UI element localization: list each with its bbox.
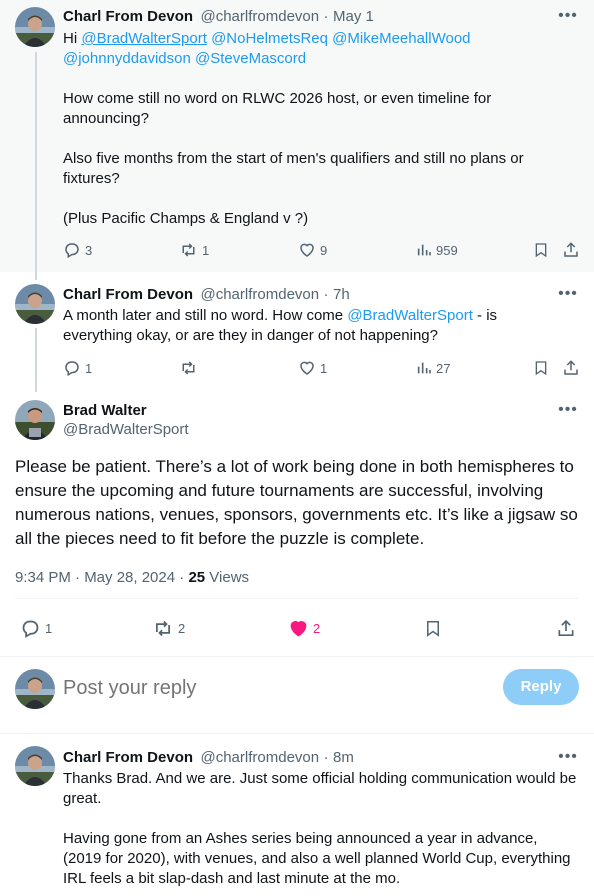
tweet-text: Hi @BradWalterSport @NoHelmetsReq @MikeM… — [63, 29, 563, 229]
mention-link[interactable]: @BradWalterSport — [347, 307, 473, 324]
reply-button[interactable]: Reply — [503, 669, 579, 705]
bookmark-button[interactable] — [533, 359, 549, 377]
paragraph: How come still no word on RLWC 2026 host… — [63, 90, 492, 127]
repost-icon — [182, 361, 195, 375]
like-button[interactable]: 2 — [288, 618, 320, 639]
more-dots-icon[interactable]: ••• — [558, 286, 578, 308]
heart-icon — [300, 361, 314, 375]
mention-link[interactable]: @NoHelmetsReq — [211, 30, 328, 47]
more-dots-icon[interactable]: ••• — [558, 402, 578, 424]
views-count: 27 — [436, 360, 451, 376]
heart-icon — [290, 621, 307, 637]
repost-icon — [182, 243, 195, 257]
handle[interactable]: @charlfromdevon — [200, 8, 319, 25]
views-label: Views — [209, 569, 250, 586]
reply-icon — [65, 361, 79, 377]
more-dots-icon[interactable]: ••• — [558, 8, 578, 30]
bookmark-button[interactable] — [424, 618, 442, 639]
bookmark-icon — [535, 361, 547, 376]
more-dots-icon[interactable]: ••• — [558, 749, 578, 771]
reply-button[interactable]: 3 — [63, 241, 92, 259]
thread-connector — [35, 328, 37, 392]
repost-icon — [156, 620, 170, 637]
paragraph: Having gone from an Ashes series being a… — [63, 830, 571, 887]
reply-button[interactable]: 1 — [63, 359, 92, 377]
like-count: 9 — [320, 242, 328, 258]
views-chart-icon — [417, 362, 431, 374]
reply-icon — [22, 620, 39, 638]
paragraph: Thanks Brad. And we are. Just some offic… — [63, 770, 577, 807]
share-button[interactable] — [562, 241, 580, 259]
display-name[interactable]: Charl From Devon — [63, 8, 193, 25]
repost-button[interactable]: 2 — [152, 618, 185, 639]
main-tweet-text: Please be patient. There’s a lot of work… — [15, 457, 578, 548]
separator: · — [179, 569, 185, 586]
avatar-self — [15, 669, 55, 709]
share-button[interactable] — [562, 359, 580, 377]
views-count: 25 — [188, 569, 206, 586]
repost-count: 1 — [202, 242, 210, 258]
repost-count: 2 — [178, 621, 186, 636]
reply-input[interactable] — [63, 674, 483, 702]
paragraph: (Plus Pacific Champs & England v ?) — [63, 210, 309, 227]
mention-link[interactable]: @SteveMascord — [195, 50, 306, 67]
share-icon — [564, 242, 578, 257]
divider — [15, 598, 579, 599]
avatar-charl[interactable] — [15, 746, 55, 786]
like-button[interactable]: 9 — [298, 241, 327, 259]
tweet-text: Thanks Brad. And we are. Just some offic… — [63, 769, 579, 889]
separator: · — [323, 286, 329, 303]
handle[interactable]: @charlfromdevon — [200, 749, 319, 766]
like-button[interactable]: 1 — [298, 359, 327, 377]
display-name[interactable]: Charl From Devon — [63, 749, 193, 766]
like-count: 1 — [320, 360, 328, 376]
share-icon — [558, 619, 574, 636]
repost-button[interactable] — [179, 359, 202, 377]
mention-link[interactable]: @johnnyddavidson — [63, 50, 191, 67]
separator: · — [323, 749, 329, 766]
avatar-brad[interactable] — [15, 400, 55, 440]
like-count: 2 — [313, 621, 321, 636]
text-part: A month later and still no word. How com… — [63, 307, 344, 324]
reply-icon — [65, 243, 79, 259]
share-icon — [564, 360, 578, 375]
reply-count: 3 — [85, 242, 93, 258]
repost-button[interactable]: 1 — [179, 241, 209, 259]
reply-composer: Reply — [0, 657, 594, 733]
tweet-time[interactable]: May 1 — [333, 8, 374, 25]
bookmark-button[interactable] — [533, 241, 549, 259]
bookmark-icon — [427, 621, 439, 637]
views-button[interactable]: 959 — [416, 241, 458, 259]
paragraph: Also five months from the start of men's… — [63, 150, 524, 187]
main-tweet: Brad Walter @BradWalterSport ••• Please … — [0, 388, 594, 656]
bookmark-icon — [535, 243, 547, 258]
handle[interactable]: @BradWalterSport — [63, 421, 189, 438]
tweet-time[interactable]: 8m — [333, 749, 354, 766]
reply-count: 1 — [45, 621, 53, 636]
text-hi: Hi — [63, 30, 78, 47]
timestamp[interactable]: 9:34 PM · May 28, 2024 — [15, 569, 175, 586]
avatar-charl[interactable] — [15, 284, 55, 324]
heart-icon — [300, 243, 314, 257]
mention-link[interactable]: @MikeMeehallWood — [332, 30, 470, 47]
views-button[interactable]: 27 — [416, 359, 450, 377]
separator: · — [323, 8, 329, 25]
mention-link[interactable]: @BradWalterSport — [81, 30, 207, 47]
views-chart-icon — [417, 244, 431, 256]
display-name[interactable]: Charl From Devon — [63, 286, 193, 303]
views-count: 959 — [436, 242, 458, 258]
reply-button[interactable]: 1 — [20, 618, 52, 639]
handle[interactable]: @charlfromdevon — [200, 286, 319, 303]
reply-tweet[interactable]: Charl From Devon @charlfromdevon · 8m ••… — [0, 734, 594, 896]
tweet-1[interactable]: Charl From Devon @charlfromdevon · May 1… — [0, 0, 594, 280]
share-button[interactable] — [556, 618, 576, 639]
reply-count: 1 — [85, 360, 93, 376]
display-name[interactable]: Brad Walter — [63, 402, 189, 419]
thread-connector — [35, 52, 37, 280]
tweet-time[interactable]: 7h — [333, 286, 350, 303]
tweet-text: A month later and still no word. How com… — [63, 306, 533, 346]
avatar-charl[interactable] — [15, 7, 55, 47]
tweet-2[interactable]: Charl From Devon @charlfromdevon · 7h ••… — [0, 272, 594, 392]
